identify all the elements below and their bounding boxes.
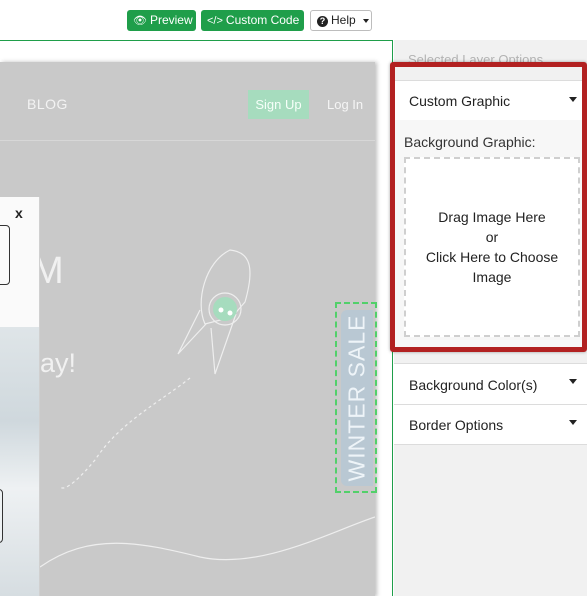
winter-sale-layer[interactable]: WINTER SALE — [335, 302, 377, 493]
rocket-illustration — [39, 249, 375, 568]
chevron-down-icon — [363, 18, 370, 23]
caret-down-icon — [569, 420, 577, 425]
nav-divider — [0, 140, 375, 141]
preview-label: Preview — [149, 13, 193, 27]
popup-button-frame[interactable] — [0, 489, 3, 543]
dropzone-text: Drag Image Here or Click Here to Choose … — [426, 207, 558, 287]
custom-graphic-body: Background Graphic: Drag Image Here or C… — [394, 120, 587, 352]
top-toolbar: 👁 Preview </> Custom Code ? Help — [0, 0, 587, 40]
section-label: Custom Graphic — [409, 93, 511, 109]
image-dropzone[interactable]: Drag Image Here or Click Here to Choose … — [404, 157, 580, 337]
help-label: Help — [331, 13, 356, 27]
background-graphic-label: Background Graphic: — [404, 134, 536, 150]
section-custom-graphic[interactable]: Custom Graphic — [394, 80, 587, 121]
layer-options-panel: Selected Layer Options Custom Graphic Ba… — [394, 40, 587, 596]
caret-down-icon — [569, 379, 577, 384]
dropzone-line: Image — [472, 269, 512, 285]
signup-button[interactable]: Sign Up — [248, 90, 309, 119]
design-canvas[interactable]: BLOG Sign Up Log In M ay! WINTER SALE — [0, 40, 393, 596]
help-dropdown-button[interactable]: ? Help — [310, 10, 372, 31]
dropzone-line: Drag Image Here — [438, 209, 546, 225]
popup-input-frame[interactable] — [0, 225, 10, 285]
custom-code-button[interactable]: </> Custom Code — [201, 10, 304, 31]
dropzone-line: or — [485, 229, 499, 245]
code-icon: </> — [207, 15, 223, 27]
popup-panel: x — [0, 197, 40, 596]
panel-title: Selected Layer Options — [408, 52, 544, 67]
dropzone-line: Click Here to Choose — [425, 249, 559, 265]
eye-icon: 👁 — [133, 15, 147, 27]
hero-subheading-fragment: ay! — [40, 348, 77, 378]
popup-background-image — [0, 327, 39, 596]
section-label: Border Options — [409, 417, 504, 433]
custom-code-label: Custom Code — [225, 13, 300, 27]
caret-down-icon — [569, 97, 577, 102]
preview-button[interactable]: 👁 Preview — [127, 10, 196, 31]
close-icon[interactable]: x — [15, 205, 23, 221]
site-preview: BLOG Sign Up Log In M ay! — [0, 62, 375, 596]
nav-link-blog[interactable]: BLOG — [27, 96, 68, 112]
question-circle-icon: ? — [317, 16, 328, 27]
section-background-colors[interactable]: Background Color(s) — [394, 363, 587, 405]
section-label: Background Color(s) — [409, 377, 538, 393]
winter-sale-tab: WINTER SALE — [341, 310, 373, 486]
section-border-options[interactable]: Border Options — [394, 404, 587, 445]
editor-window: 👁 Preview </> Custom Code ? Help BLOG Si… — [0, 0, 587, 596]
winter-sale-text: WINTER SALE — [343, 314, 370, 482]
login-link[interactable]: Log In — [327, 97, 363, 112]
